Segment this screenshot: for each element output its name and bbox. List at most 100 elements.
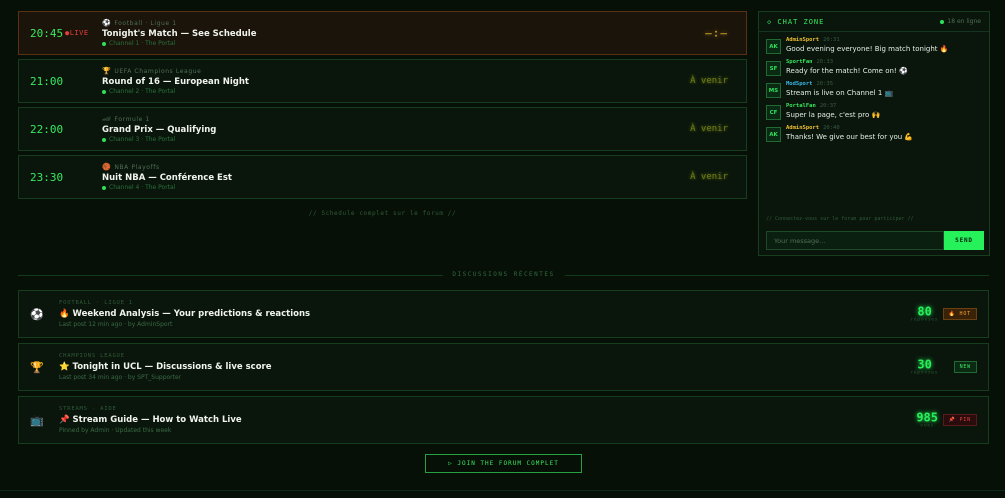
- match-info: 🏎 Formule 1 Grand Prix — Qualifying Chann…: [102, 115, 216, 143]
- section-divider: DISCUSSIONS RÉCENTES: [18, 271, 989, 278]
- avatar: MS: [766, 83, 781, 98]
- match-time: 23:30: [30, 170, 64, 184]
- thread-title[interactable]: 📌 Stream Guide — How to Watch Live: [59, 415, 242, 425]
- thread-stat: 80 réponses: [911, 306, 938, 323]
- thread-category: CHAMPIONS LEAGUE: [59, 353, 125, 359]
- match-title: Grand Prix — Qualifying: [102, 125, 217, 135]
- hot-badge: 🔥 HOT: [942, 308, 977, 320]
- chat-message: SF SportFan 20:33 Ready for the match! Co…: [766, 59, 982, 77]
- match-channel: Channel 4 · The Portal: [102, 184, 232, 191]
- tv-icon: 📺: [30, 413, 44, 427]
- thread-count: 80: [917, 304, 932, 319]
- match-status: À venir: [690, 124, 728, 134]
- globe-icon: ⚽: [30, 307, 44, 321]
- trophy-icon: 🏆: [30, 360, 44, 374]
- thread-category: STREAMS · AIDE: [59, 406, 117, 412]
- match-info: 🏀 NBA Playoffs Nuit NBA — Conférence Est …: [102, 163, 232, 191]
- match-info: ⚽ Football · Ligue 1 Tonight's Match — Se…: [102, 19, 256, 47]
- thread-count-unit: réponses: [911, 317, 938, 323]
- thread-title[interactable]: ⭐ Tonight in UCL — Discussions & live sc…: [59, 362, 272, 372]
- match-competition: 🏎 Formule 1: [102, 115, 150, 123]
- footer-divider: [0, 490, 1005, 491]
- chat-username[interactable]: SportFan: [786, 59, 813, 65]
- competition-icon: ⚽: [102, 19, 112, 27]
- online-dot-icon: [102, 137, 106, 142]
- chat-text: Super la page, c'est pro 🙌: [786, 111, 881, 119]
- chat-text: Good evening everyone! Big match tonight…: [786, 45, 949, 53]
- avatar: CF: [766, 105, 781, 120]
- chat-login-note: // Connectez-vous sur le forum pour part…: [766, 216, 914, 222]
- chat-panel: ◇ CHAT ZONE 18 en ligne AK AdminSport 20:…: [758, 11, 990, 256]
- thread-count-unit: réponses: [911, 370, 938, 376]
- match-competition: 🏆 UEFA Champions League: [102, 67, 202, 75]
- thread-stat: 30 réponses: [911, 359, 938, 376]
- chat-message: CF PortalFan 20:37 Super la page, c'est p…: [766, 103, 982, 121]
- match-card[interactable]: 20:45 ●LIVE ⚽ Football · Ligue 1 Tonight'…: [18, 11, 747, 55]
- match-time: 20:45: [30, 26, 64, 40]
- chat-timestamp: 20:35: [816, 81, 834, 87]
- online-dot-icon: [940, 19, 945, 24]
- thread-item[interactable]: 📺 STREAMS · AIDE 📌 Stream Guide — How to…: [18, 396, 989, 444]
- thread-title[interactable]: 🔥 Weekend Analysis — Your predictions & …: [59, 309, 310, 319]
- chat-timestamp: 20:40: [823, 125, 840, 131]
- online-dot-icon: [102, 185, 106, 190]
- chat-timestamp: 20:33: [816, 59, 834, 65]
- chat-header: ◇ CHAT ZONE 18 en ligne: [759, 12, 989, 32]
- thread-item[interactable]: ⚽ FOOTBALL · LIGUE 1 🔥 Weekend Analysis …: [18, 290, 989, 338]
- match-channel: Channel 2 · The Portal: [102, 88, 249, 95]
- chat-username[interactable]: AdminSport: [786, 125, 819, 131]
- pin-badge: 📌 PIN: [942, 414, 977, 426]
- competition-icon: 🏀: [102, 163, 112, 171]
- thread-count: 985: [916, 410, 938, 425]
- recent-discussions: ⚽ FOOTBALL · LIGUE 1 🔥 Weekend Analysis …: [18, 290, 989, 449]
- match-title: Tonight's Match — See Schedule: [102, 29, 257, 39]
- thread-meta: Pinned by Admin · Updated this week: [59, 427, 172, 434]
- chat-username[interactable]: AdminSport: [786, 37, 819, 43]
- join-forum-button[interactable]: ▷ JOIN THE FORUM COMPLET: [425, 454, 582, 473]
- avatar: AK: [766, 39, 781, 54]
- match-schedule: 20:45 ●LIVE ⚽ Football · Ligue 1 Tonight'…: [18, 11, 747, 203]
- match-info: 🏆 UEFA Champions League Round of 16 — Eur…: [102, 67, 249, 95]
- match-competition: 🏀 NBA Playoffs: [102, 163, 160, 171]
- match-status: À venir: [690, 172, 728, 182]
- chat-message: AK AdminSport 20:31 Good evening everyone…: [766, 37, 982, 55]
- match-status: À venir: [690, 76, 728, 86]
- chat-messages: AK AdminSport 20:31 Good evening everyone…: [759, 32, 989, 143]
- avatar: AK: [766, 127, 781, 142]
- chat-username[interactable]: PortalFan: [786, 103, 816, 109]
- chat-message: MS ModSport 20:35 Stream is live on Chann…: [766, 81, 982, 99]
- competition-icon: 🏎: [102, 115, 112, 123]
- online-count: 18 en ligne: [940, 18, 981, 25]
- online-dot-icon: [102, 89, 106, 94]
- match-time: 22:00: [30, 122, 64, 136]
- match-title: Round of 16 — European Night: [102, 77, 249, 87]
- match-channel: Channel 1 · The Portal: [102, 40, 256, 47]
- schedule-forum-link[interactable]: // Schedule complet sur le forum //: [18, 210, 747, 217]
- match-channel: Channel 3 · The Portal: [102, 136, 216, 143]
- section-title: DISCUSSIONS RÉCENTES: [442, 271, 565, 278]
- thread-stat: 985 vues: [916, 412, 938, 429]
- chat-timestamp: 20:31: [823, 37, 840, 43]
- match-countdown: —:—: [705, 26, 728, 40]
- live-indicator: ●LIVE: [65, 29, 89, 37]
- chat-timestamp: 20:37: [819, 103, 837, 109]
- chat-text: Stream is live on Channel 1 📺: [786, 89, 894, 97]
- match-card[interactable]: 22:00 🏎 Formule 1 Grand Prix — Qualifying…: [18, 107, 747, 151]
- online-dot-icon: [102, 41, 106, 46]
- match-card[interactable]: 21:00 🏆 UEFA Champions League Round of 16…: [18, 59, 747, 103]
- send-button[interactable]: SEND: [944, 231, 984, 250]
- chat-message-input[interactable]: [766, 231, 944, 250]
- match-time: 21:00: [30, 74, 64, 88]
- thread-item[interactable]: 🏆 CHAMPIONS LEAGUE ⭐ Tonight in UCL — Di…: [18, 343, 989, 391]
- thread-count: 30: [917, 357, 932, 372]
- match-card[interactable]: 23:30 🏀 NBA Playoffs Nuit NBA — Conférenc…: [18, 155, 747, 199]
- chat-message: AK AdminSport 20:40 Thanks! We give our b…: [766, 125, 982, 143]
- match-title: Nuit NBA — Conférence Est: [102, 173, 232, 183]
- chat-text: Thanks! We give our best for you 💪: [786, 133, 914, 141]
- thread-category: FOOTBALL · LIGUE 1: [59, 300, 134, 306]
- chat-username[interactable]: ModSport: [786, 81, 813, 87]
- chat-title: ◇ CHAT ZONE: [767, 17, 825, 26]
- avatar: SF: [766, 61, 781, 76]
- thread-meta: Last post 34 min ago · by SPT_Supporter: [59, 374, 182, 381]
- match-competition: ⚽ Football · Ligue 1: [102, 19, 177, 27]
